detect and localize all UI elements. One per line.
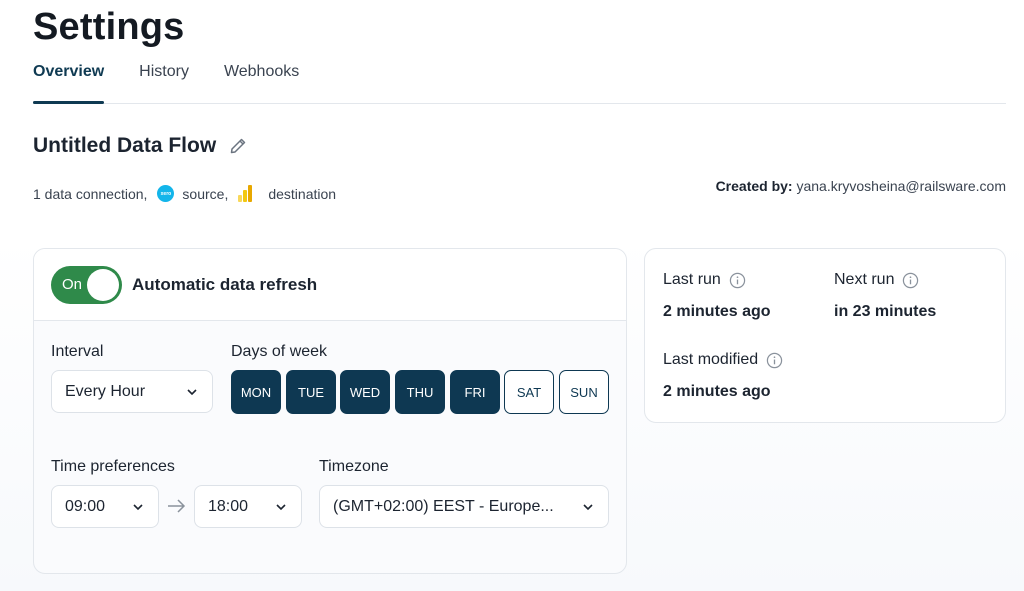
next-run-label: Next run xyxy=(834,271,895,288)
source-label: source, xyxy=(182,185,229,202)
interval-label: Interval xyxy=(51,343,104,360)
info-icon[interactable] xyxy=(766,352,783,369)
last-modified-label-row: Last modified xyxy=(663,351,783,369)
flow-name: Untitled Data Flow xyxy=(33,134,217,157)
destination-label: destination xyxy=(268,185,337,202)
day-wed-button[interactable]: WED xyxy=(340,370,390,414)
run-status-card: Last run 2 minutes ago Next run in 23 mi… xyxy=(644,248,1006,423)
xero-logo-icon: xero xyxy=(157,185,175,202)
pencil-icon[interactable] xyxy=(228,136,248,156)
settings-page: Settings Overview History Webhooks Untit… xyxy=(0,0,1024,591)
time-from-value: 09:00 xyxy=(65,497,106,515)
refresh-settings-card: On Automatic data refresh Interval Every… xyxy=(33,248,627,574)
day-thu-button[interactable]: THU xyxy=(395,370,445,414)
tab-overview[interactable]: Overview xyxy=(33,60,105,104)
page-title: Settings xyxy=(33,6,185,48)
day-sun-button[interactable]: SUN xyxy=(559,370,609,414)
chevron-down-icon xyxy=(133,503,143,510)
timezone-value: (GMT+02:00) EEST - Europe... xyxy=(333,497,554,515)
interval-select[interactable]: Every Hour xyxy=(51,370,213,413)
toggle-state-label: On xyxy=(62,275,83,293)
chevron-down-icon xyxy=(187,388,197,395)
created-by: Created by: yana.kryvosheina@railsware.c… xyxy=(716,178,1006,194)
toggle-knob xyxy=(87,268,119,301)
arrow-right-icon xyxy=(168,499,186,513)
time-preferences-label: Time preferences xyxy=(51,458,175,475)
time-to-select[interactable]: 18:00 xyxy=(194,485,302,528)
time-from-select[interactable]: 09:00 xyxy=(51,485,159,528)
last-run-value: 2 minutes ago xyxy=(663,303,771,320)
day-sat-button[interactable]: SAT xyxy=(504,370,554,414)
timezone-select[interactable]: (GMT+02:00) EEST - Europe... xyxy=(319,485,609,528)
interval-value: Every Hour xyxy=(65,382,146,400)
tab-bar: Overview History Webhooks xyxy=(33,60,1006,104)
chevron-down-icon xyxy=(276,503,286,510)
day-mon-button[interactable]: MON xyxy=(231,370,281,414)
created-by-email: yana.kryvosheina@railsware.com xyxy=(796,178,1006,194)
days-of-week-label: Days of week xyxy=(231,343,328,360)
created-by-label: Created by: xyxy=(715,178,793,194)
refresh-card-header: On Automatic data refresh xyxy=(34,249,626,321)
tab-webhooks[interactable]: Webhooks xyxy=(224,60,299,103)
info-icon[interactable] xyxy=(902,272,919,289)
connections-count: 1 data connection, xyxy=(33,185,148,202)
flow-title-row: Untitled Data Flow xyxy=(33,134,248,158)
last-modified-label: Last modified xyxy=(663,351,759,368)
power-bi-logo-icon xyxy=(238,185,254,202)
auto-refresh-title: Automatic data refresh xyxy=(132,274,318,294)
last-run-label: Last run xyxy=(663,271,721,288)
chevron-down-icon xyxy=(583,503,593,510)
tab-history[interactable]: History xyxy=(139,60,189,103)
day-tue-button[interactable]: TUE xyxy=(286,370,336,414)
next-run-label-row: Next run xyxy=(834,271,919,289)
day-fri-button[interactable]: FRI xyxy=(450,370,500,414)
info-icon[interactable] xyxy=(729,272,746,289)
timezone-label: Timezone xyxy=(319,458,389,475)
auto-refresh-toggle[interactable]: On xyxy=(51,265,122,304)
time-to-value: 18:00 xyxy=(208,497,249,515)
connections-summary: 1 data connection, xero source, destinat… xyxy=(33,185,336,202)
last-modified-value: 2 minutes ago xyxy=(663,383,771,400)
next-run-value: in 23 minutes xyxy=(834,303,937,320)
last-run-label-row: Last run xyxy=(663,271,746,289)
